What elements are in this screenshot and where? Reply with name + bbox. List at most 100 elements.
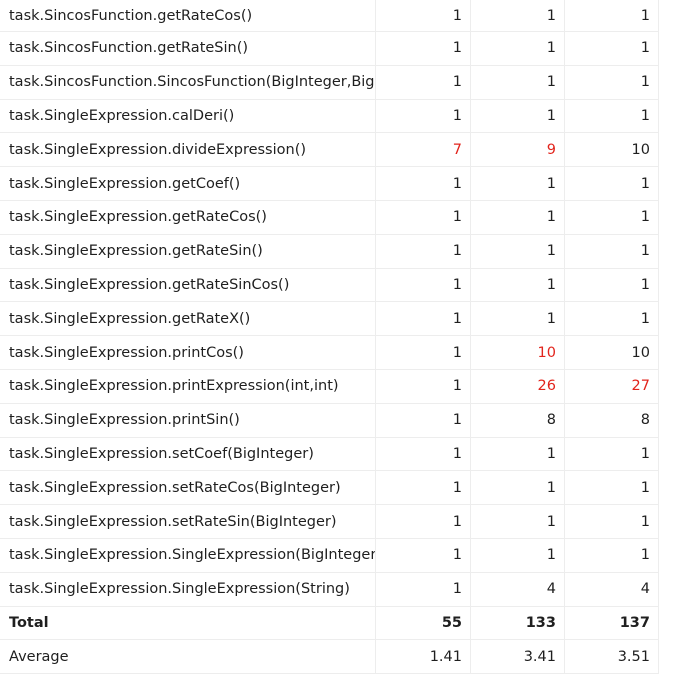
metric-1-cell: 1 [376,200,471,234]
table-row[interactable]: task.SingleExpression.getRateSinCos() 1 1 1 [0,268,680,303]
metric-1-cell: 1 [376,437,471,471]
table-row[interactable]: task.SingleExpression.calDeri() 1 1 1 [0,99,680,134]
method-name-cell: Average [0,640,376,674]
table-row[interactable]: task.SincosFunction.SincosFunction(BigIn… [0,65,680,100]
method-name-cell: Total [0,606,376,640]
metric-3-cell: 8 [565,403,659,437]
metric-1-cell: 1 [376,403,471,437]
metric-3-cell: 1 [565,538,659,572]
metric-2-cell: 8 [471,403,565,437]
method-name-cell: task.SingleExpression.SingleExpression(S… [0,572,376,606]
metric-3-cell: 1 [565,65,659,99]
metric-2-cell: 1 [471,32,565,65]
metric-2-cell: 1 [471,200,565,234]
table-row[interactable]: task.SingleExpression.setRateCos(BigInte… [0,471,680,506]
metric-3-cell: 1 [565,32,659,65]
metric-3-cell: 1 [565,167,659,200]
table-row[interactable]: task.SingleExpression.SingleExpression(S… [0,572,680,607]
metric-1-cell: 1 [376,65,471,99]
metric-3-cell: 1 [565,505,659,538]
table-row[interactable]: task.SingleExpression.getCoef() 1 1 1 [0,167,680,201]
metric-3-cell: 1 [565,234,659,268]
right-margin [659,0,680,677]
method-name-cell: task.SingleExpression.getCoef() [0,167,376,200]
metric-2-cell: 1 [471,268,565,302]
metric-1-cell: 1 [376,234,471,268]
metric-1-cell: 1 [376,167,471,200]
method-name-cell: task.SingleExpression.getRateX() [0,302,376,336]
metric-2-cell: 1 [471,538,565,572]
metric-2-cell: 9 [471,133,565,167]
metric-1-cell: 1 [376,99,471,133]
metric-3-cell: 137 [565,606,659,640]
metric-2-cell: 1 [471,302,565,336]
metric-2-cell: 1 [471,99,565,133]
table-row[interactable]: task.SingleExpression.divideExpression()… [0,133,680,168]
table-row[interactable]: task.SingleExpression.printCos() 1 10 10 [0,336,680,370]
method-name-cell: task.SingleExpression.divideExpression() [0,133,376,167]
method-name-cell: task.SingleExpression.getRateCos() [0,200,376,234]
metric-1-cell: 55 [376,606,471,640]
method-name-cell: task.SingleExpression.SingleExpression(B… [0,538,376,572]
metric-1-cell: 1.41 [376,640,471,674]
metric-3-cell: 4 [565,572,659,606]
metric-3-cell: 1 [565,99,659,133]
method-name-cell: task.SingleExpression.printCos() [0,336,376,369]
method-name-cell: task.SingleExpression.getRateSin() [0,234,376,268]
metric-2-cell: 26 [471,369,565,403]
metric-3-cell: 1 [565,200,659,234]
metric-1-cell: 1 [376,0,471,31]
table-row[interactable]: task.SingleExpression.getRateSin() 1 1 1 [0,234,680,269]
metric-3-cell: 1 [565,0,659,31]
metric-3-cell: 1 [565,437,659,471]
table-row[interactable]: task.SingleExpression.setRateSin(BigInte… [0,505,680,539]
metric-1-cell: 7 [376,133,471,167]
metric-3-cell: 1 [565,471,659,505]
metric-3-cell: 27 [565,369,659,403]
metric-1-cell: 1 [376,336,471,369]
table-row[interactable]: task.SingleExpression.getRateCos() 1 1 1 [0,200,680,235]
metric-2-cell: 1 [471,234,565,268]
metric-2-cell: 1 [471,167,565,200]
table-row[interactable]: task.SingleExpression.printExpression(in… [0,369,680,404]
total-row[interactable]: Total 55 133 137 [0,606,680,641]
method-name-cell: task.SincosFunction.getRateCos() [0,0,376,31]
average-row[interactable]: Average 1.41 3.41 3.51 [0,640,680,675]
metric-1-cell: 1 [376,32,471,65]
metric-1-cell: 1 [376,302,471,336]
method-name-cell: task.SingleExpression.printSin() [0,403,376,437]
metrics-table: task.SincosFunction.getRateCos() 1 1 1 task.… [0,0,680,675]
metric-3-cell: 3.51 [565,640,659,674]
metric-2-cell: 1 [471,471,565,505]
method-name-cell: task.SingleExpression.setRateSin(BigInte… [0,505,376,538]
method-name-cell: task.SingleExpression.printExpression(in… [0,369,376,403]
metric-1-cell: 1 [376,471,471,505]
metric-1-cell: 1 [376,572,471,606]
metric-2-cell: 10 [471,336,565,369]
metric-3-cell: 10 [565,336,659,369]
metric-2-cell: 4 [471,572,565,606]
method-name-cell: task.SincosFunction.SincosFunction(BigIn… [0,65,376,99]
method-name-cell: task.SingleExpression.setCoef(BigInteger… [0,437,376,471]
metric-3-cell: 1 [565,302,659,336]
metric-1-cell: 1 [376,538,471,572]
table-row[interactable]: task.SingleExpression.SingleExpression(B… [0,538,680,573]
metric-2-cell: 1 [471,65,565,99]
method-name-cell: task.SingleExpression.getRateSinCos() [0,268,376,302]
metric-1-cell: 1 [376,268,471,302]
metric-3-cell: 10 [565,133,659,167]
metric-2-cell: 1 [471,437,565,471]
metric-2-cell: 1 [471,0,565,31]
table-row[interactable]: task.SincosFunction.getRateCos() 1 1 1 [0,0,680,32]
table-row[interactable]: task.SincosFunction.getRateSin() 1 1 1 [0,32,680,66]
table-row[interactable]: task.SingleExpression.printSin() 1 8 8 [0,403,680,438]
metric-2-cell: 1 [471,505,565,538]
metric-2-cell: 3.41 [471,640,565,674]
metric-1-cell: 1 [376,505,471,538]
metric-3-cell: 1 [565,268,659,302]
method-name-cell: task.SingleExpression.setRateCos(BigInte… [0,471,376,505]
table-row[interactable]: task.SingleExpression.setCoef(BigInteger… [0,437,680,472]
table-row[interactable]: task.SingleExpression.getRateX() 1 1 1 [0,302,680,337]
metric-2-cell: 133 [471,606,565,640]
method-name-cell: task.SingleExpression.calDeri() [0,99,376,133]
